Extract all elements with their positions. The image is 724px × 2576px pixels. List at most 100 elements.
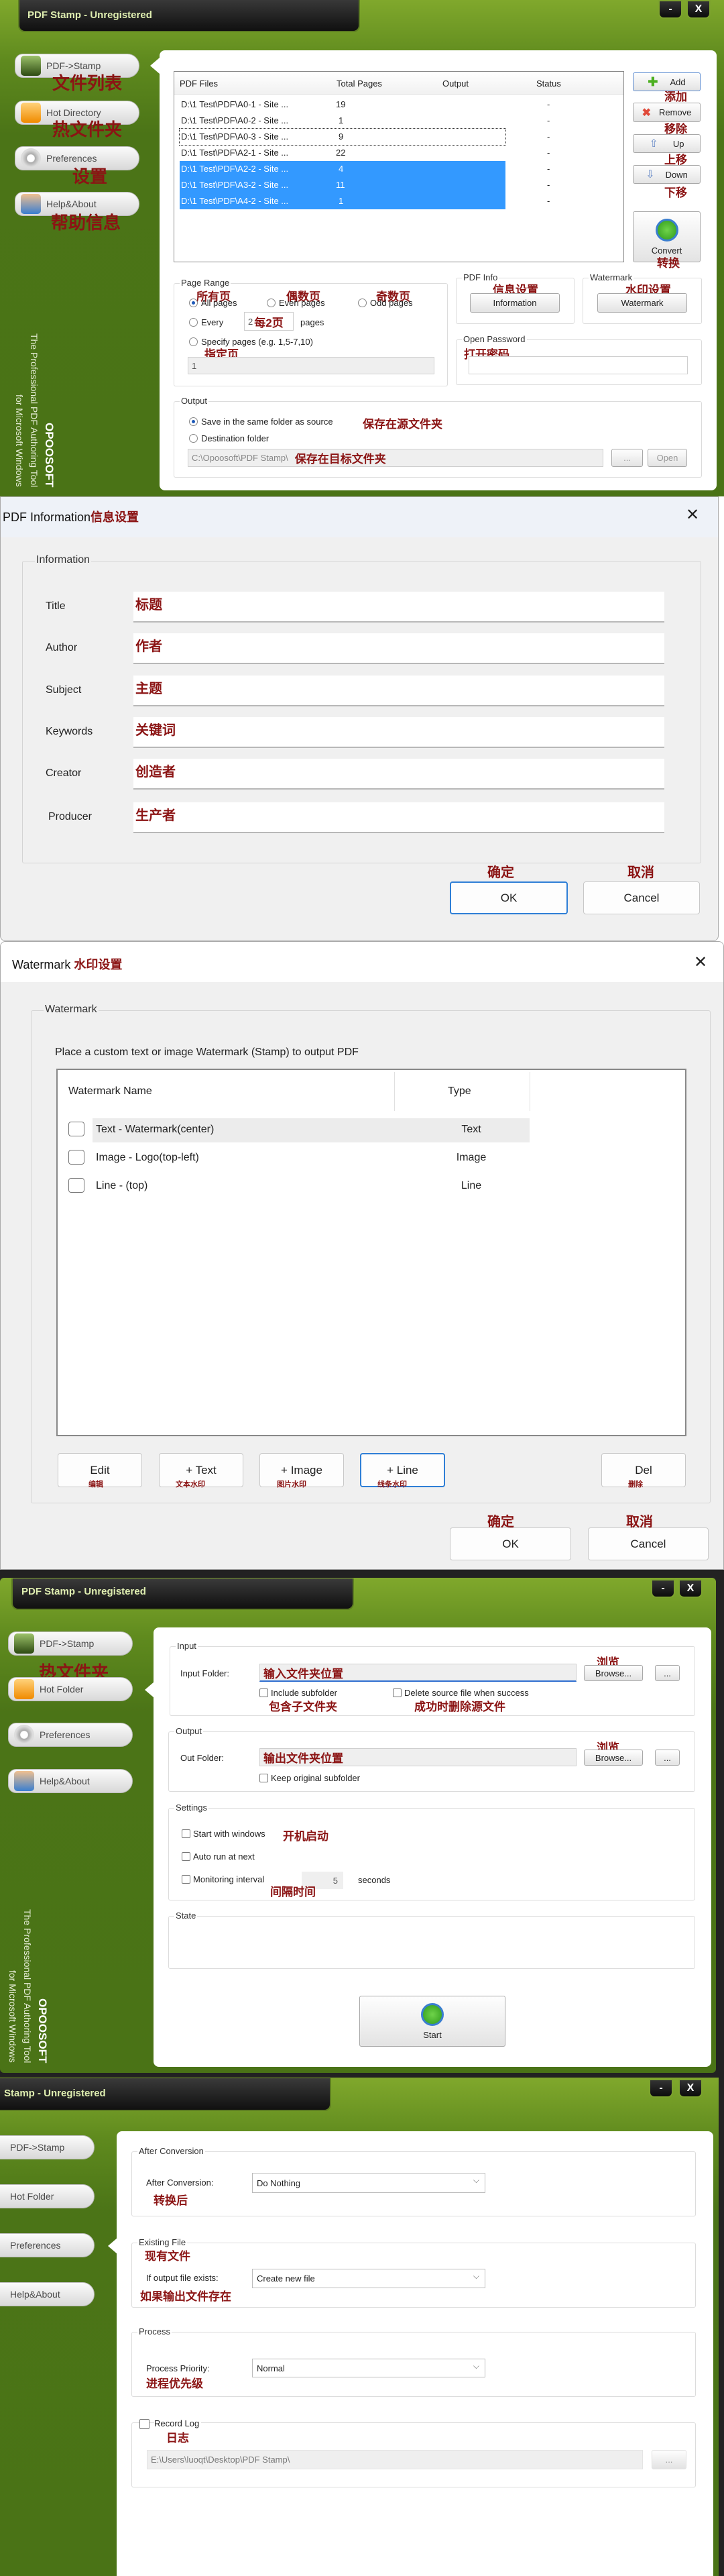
file-row[interactable]: D:\1 Test\PDF\A0-3 - Site ... 9 -: [179, 128, 550, 146]
specify-pages-input[interactable]: 1: [188, 357, 434, 374]
watermark-checkbox[interactable]: [68, 1178, 84, 1193]
destination-path-input[interactable]: C:\Opoosoft\PDF Stamp\ 保存在目标文件夹: [188, 449, 603, 467]
dialog-title-note: 水印设置: [74, 958, 123, 971]
column-header-status[interactable]: Status: [536, 78, 561, 89]
start-button[interactable]: Start: [359, 1996, 505, 2047]
watermark-row[interactable]: Text - Watermark(center) Text: [66, 1118, 530, 1142]
column-header-name[interactable]: Watermark Name: [68, 1085, 152, 1097]
column-header-type[interactable]: Type: [448, 1085, 471, 1097]
cancel-button[interactable]: Cancel: [588, 1527, 709, 1560]
after-conversion-select[interactable]: Do Nothing: [252, 2173, 485, 2193]
open-password-input[interactable]: [469, 356, 688, 374]
file-pages: 19: [336, 99, 346, 109]
specify-pages-radio[interactable]: [189, 337, 198, 346]
column-header-pages[interactable]: Total Pages: [337, 78, 382, 89]
creator-input[interactable]: 创造者: [133, 759, 664, 790]
output-label: Output: [180, 396, 209, 406]
file-status: -: [547, 115, 550, 125]
every-radio[interactable]: [189, 318, 198, 327]
input-browse-button[interactable]: Browse...: [584, 1665, 643, 1681]
information-button[interactable]: Information: [470, 293, 560, 313]
close-icon[interactable]: ✕: [686, 505, 699, 525]
sidebar-item-pdf-stamp[interactable]: PDF->Stamp: [8, 1631, 133, 1656]
close-button[interactable]: X: [686, 0, 711, 19]
subject-input[interactable]: 主题: [133, 676, 664, 706]
cancel-button[interactable]: Cancel: [583, 881, 700, 914]
watermark-checkbox[interactable]: [68, 1122, 84, 1136]
close-button[interactable]: X: [678, 2079, 703, 2098]
ok-button[interactable]: OK: [450, 881, 568, 914]
every-pages-input[interactable]: 2 每2页: [244, 312, 294, 331]
sidebar-item-help[interactable]: Help&About: [0, 2282, 95, 2306]
title-input[interactable]: 标题: [133, 592, 664, 623]
output-browse-button[interactable]: Browse...: [584, 1750, 643, 1766]
file-row[interactable]: D:\1 Test\PDF\A4-2 - Site ... 1 -: [180, 193, 550, 209]
file-row[interactable]: D:\1 Test\PDF\A3-2 - Site ... 11 -: [180, 177, 550, 193]
file-row[interactable]: D:\1 Test\PDF\A0-1 - Site ... 19 -: [180, 97, 550, 113]
watermark-row[interactable]: Line - (top) Line: [66, 1175, 530, 1199]
log-path-input[interactable]: E:\Users\luoqt\Desktop\PDF Stamp\: [147, 2450, 643, 2469]
ok-button[interactable]: OK: [450, 1527, 571, 1560]
include-subfolder-checkbox[interactable]: [259, 1688, 268, 1697]
destination-radio[interactable]: [189, 434, 198, 443]
odd-pages-radio[interactable]: [358, 299, 367, 307]
down-button[interactable]: ⇩ Down: [633, 165, 701, 184]
file-list[interactable]: PDF Files Total Pages Output Status D:\1…: [174, 71, 624, 262]
watermark-checkbox[interactable]: [68, 1150, 84, 1165]
delete-source-checkbox[interactable]: [393, 1688, 402, 1697]
file-row[interactable]: D:\1 Test\PDF\A0-2 - Site ... 1 -: [180, 113, 550, 129]
sidebar-item-hot-folder[interactable]: Hot Folder: [8, 1677, 133, 1701]
existing-file-select[interactable]: Create new file: [252, 2269, 485, 2288]
sidebar-item-preferences[interactable]: Preferences: [0, 2233, 95, 2257]
file-row[interactable]: D:\1 Test\PDF\A2-2 - Site ... 4 -: [180, 161, 550, 177]
watermark-button[interactable]: Watermark: [597, 293, 687, 313]
input-more-button[interactable]: ...: [655, 1665, 680, 1681]
file-name: D:\1 Test\PDF\A3-2 - Site ...: [181, 180, 289, 190]
author-input[interactable]: 作者: [133, 633, 664, 664]
producer-input[interactable]: 生产者: [133, 802, 664, 833]
watermark-list-header: Watermark Name Type: [58, 1072, 530, 1111]
play-icon: [421, 2002, 444, 2026]
close-button[interactable]: X: [678, 1579, 703, 1598]
process-priority-select[interactable]: Normal: [252, 2359, 485, 2377]
file-name: D:\1 Test\PDF\A0-3 - Site ...: [181, 131, 289, 142]
file-pages: 11: [336, 180, 345, 190]
minimize-button[interactable]: -: [651, 1579, 675, 1598]
watermark-list[interactable]: Watermark Name Type Text - Watermark(cen…: [56, 1069, 686, 1436]
all-pages-radio[interactable]: [189, 299, 198, 307]
dialog-title-text: Watermark: [12, 958, 71, 971]
minimize-button[interactable]: -: [658, 0, 682, 19]
file-row[interactable]: D:\1 Test\PDF\A2-1 - Site ... 22 -: [180, 145, 550, 161]
even-pages-radio[interactable]: [267, 299, 276, 307]
same-folder-radio[interactable]: [189, 417, 198, 426]
column-divider: [394, 1072, 395, 1111]
open-button[interactable]: Open: [648, 449, 687, 467]
start-with-windows-checkbox[interactable]: [182, 1829, 190, 1838]
keep-subfolder-checkbox[interactable]: [259, 1774, 268, 1782]
delete-button[interactable]: Del: [601, 1453, 686, 1487]
watermark-row[interactable]: Image - Logo(top-left) Image: [66, 1146, 530, 1171]
minimize-button[interactable]: -: [649, 2079, 673, 2098]
sidebar-note: 热文件夹: [52, 119, 123, 140]
sidebar-item-help[interactable]: Help&About: [8, 1769, 133, 1793]
sidebar-item-pdf-stamp[interactable]: PDF->Stamp: [0, 2135, 95, 2159]
column-header-output[interactable]: Output: [442, 78, 469, 89]
remove-label: Remove: [658, 107, 692, 117]
log-path-browse-button[interactable]: ...: [652, 2450, 686, 2469]
main-window: PDF Stamp - Unregistered - X PDF->Stamp …: [0, 0, 724, 496]
close-icon[interactable]: ✕: [694, 953, 707, 972]
output-more-button[interactable]: ...: [655, 1750, 680, 1766]
input-folder-field[interactable]: 输入文件夹位置: [259, 1664, 577, 1682]
sidebar-item-preferences[interactable]: Preferences: [8, 1723, 133, 1747]
keywords-input[interactable]: 关键词: [133, 717, 664, 748]
monitoring-checkbox[interactable]: [182, 1875, 190, 1884]
out-folder-field[interactable]: 输出文件夹位置: [259, 1748, 577, 1766]
file-name: D:\1 Test\PDF\A4-2 - Site ...: [181, 196, 289, 206]
start-label: Start: [423, 2029, 442, 2040]
auto-run-checkbox[interactable]: [182, 1852, 190, 1861]
sidebar-item-hot-folder[interactable]: Hot Folder: [0, 2184, 95, 2208]
column-header-files[interactable]: PDF Files: [180, 78, 218, 89]
record-log-checkbox[interactable]: [139, 2419, 149, 2429]
browse-button[interactable]: ...: [611, 449, 643, 467]
process-priority-label: Process Priority:: [146, 2363, 210, 2373]
